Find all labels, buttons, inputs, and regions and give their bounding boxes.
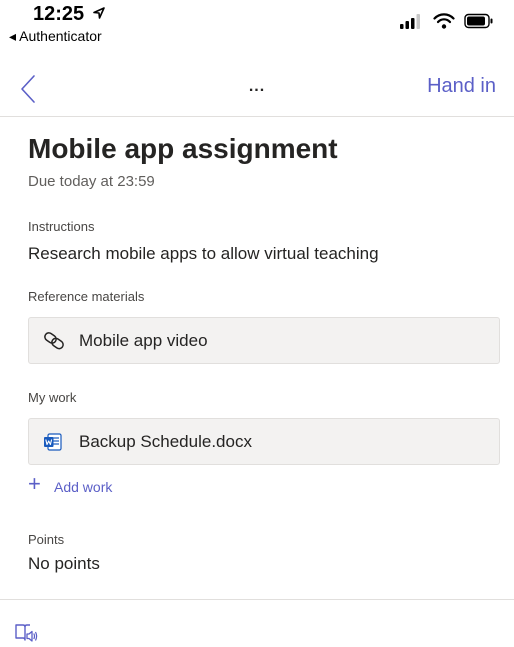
bottom-divider (0, 599, 514, 600)
status-time: 12:25 (33, 3, 106, 26)
instructions-label: Instructions (28, 219, 95, 234)
wifi-icon (432, 13, 455, 29)
link-icon (43, 331, 65, 356)
reference-material-name: Mobile app video (79, 331, 208, 350)
hand-in-button[interactable]: Hand in (427, 75, 496, 98)
add-work-label: Add work (54, 479, 113, 495)
status-back-arrow-icon: ◂ (9, 28, 17, 44)
status-time-text: 12:25 (33, 3, 85, 25)
assignment-screen: 12:25 ◂ Authenticator ... Hand in Mobile… (0, 0, 514, 647)
points-value: No points (28, 554, 100, 573)
due-date: Due today at 23:59 (28, 173, 155, 190)
status-back-app[interactable]: ◂ Authenticator (9, 28, 102, 45)
reference-material-card[interactable]: Mobile app video (28, 317, 500, 364)
word-document-icon (43, 432, 63, 457)
reference-materials-label: Reference materials (28, 289, 145, 304)
my-work-label: My work (28, 390, 77, 405)
nav-bar: ... Hand in (0, 62, 514, 117)
status-back-app-label: Authenticator (19, 28, 102, 44)
instructions-text: Research mobile apps to allow virtual te… (28, 244, 379, 263)
points-label: Points (28, 532, 65, 547)
work-file-card[interactable]: Backup Schedule.docx (28, 418, 500, 465)
assignment-title: Mobile app assignment (28, 133, 338, 164)
status-icons (399, 13, 494, 34)
signal-icon (400, 14, 421, 29)
plus-icon: + (28, 471, 41, 496)
battery-icon (464, 13, 493, 29)
location-arrow-icon (92, 7, 105, 19)
work-file-name: Backup Schedule.docx (79, 432, 252, 451)
status-bar: 12:25 ◂ Authenticator (0, 0, 514, 62)
immersive-reader-icon (15, 624, 38, 642)
immersive-reader-button[interactable] (14, 622, 38, 647)
